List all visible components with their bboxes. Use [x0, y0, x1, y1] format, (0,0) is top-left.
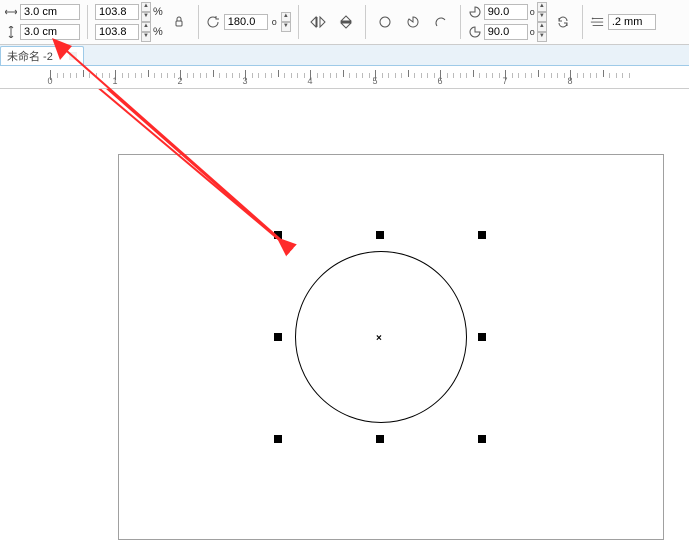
ruler-number: 7 — [502, 76, 507, 86]
separator — [298, 5, 299, 39]
percent-label: % — [153, 6, 163, 18]
scale-x-input[interactable] — [95, 4, 139, 20]
scale-x-spinner[interactable]: ▲▼ — [141, 2, 151, 22]
mirror-horizontal-button[interactable] — [306, 10, 330, 34]
pie-button[interactable] — [401, 10, 425, 34]
lock-ratio-button[interactable] — [167, 10, 191, 34]
horizontal-ruler[interactable]: 0 1 2 3 4 5 6 7 8 — [0, 66, 689, 89]
separator — [365, 5, 366, 39]
object-size-group — [4, 3, 80, 41]
ruler-number: 3 — [242, 76, 247, 86]
separator — [460, 5, 461, 39]
arc-button[interactable] — [429, 10, 453, 34]
selection-handle-sw[interactable] — [274, 435, 282, 443]
scale-y-input[interactable] — [95, 24, 139, 40]
document-tab-label: 未命名 -2 — [7, 48, 53, 64]
ruler-number: 2 — [177, 76, 182, 86]
ruler-number: 5 — [372, 76, 377, 86]
arc-start-input[interactable] — [484, 4, 528, 20]
separator — [582, 5, 583, 39]
percent-label: % — [153, 26, 163, 38]
selection-handle-e[interactable] — [478, 333, 486, 341]
selection-handle-w[interactable] — [274, 333, 282, 341]
selection-handle-nw[interactable] — [274, 231, 282, 239]
ruler-number: 0 — [47, 76, 52, 86]
arc-end-input[interactable] — [484, 24, 528, 40]
arc-start-spinner[interactable]: ▲▼ — [537, 2, 547, 22]
ruler-number: 8 — [567, 76, 572, 86]
ellipse-button[interactable] — [373, 10, 397, 34]
object-center-marker: × — [376, 333, 382, 344]
rotation-input[interactable] — [224, 14, 268, 30]
degree-label: o — [530, 7, 535, 17]
separator — [87, 5, 88, 39]
width-input[interactable] — [20, 4, 80, 20]
width-icon — [4, 5, 18, 19]
mirror-vertical-button[interactable] — [334, 10, 358, 34]
document-tab[interactable]: 未命名 -2 — [0, 46, 84, 65]
swap-arc-button[interactable] — [551, 10, 575, 34]
canvas-workspace[interactable]: × — [0, 89, 689, 541]
ruler-number: 6 — [437, 76, 442, 86]
document-tab-bar: 未命名 -2 — [0, 45, 689, 66]
scale-y-spinner[interactable]: ▲▼ — [141, 22, 151, 42]
outline-width-icon — [590, 15, 604, 29]
separator — [198, 5, 199, 39]
rotation-spinner[interactable]: ▲▼ — [281, 12, 291, 32]
outline-width-input[interactable] — [608, 14, 656, 30]
property-bar: ▲▼ % ▲▼ % o ▲▼ — [0, 0, 689, 45]
selection-handle-se[interactable] — [478, 435, 486, 443]
selection-handle-s[interactable] — [376, 435, 384, 443]
pie-end-icon — [468, 25, 482, 39]
arc-angles-group: o ▲▼ o ▲▼ — [468, 3, 547, 41]
height-input[interactable] — [20, 24, 80, 40]
degree-label: o — [272, 17, 277, 27]
selection-handle-n[interactable] — [376, 231, 384, 239]
ruler-number: 1 — [112, 76, 117, 86]
selection-handle-ne[interactable] — [478, 231, 486, 239]
height-icon — [4, 25, 18, 39]
ruler-number: 4 — [307, 76, 312, 86]
rotation-icon — [206, 15, 220, 29]
degree-label: o — [530, 27, 535, 37]
scale-group: ▲▼ % ▲▼ % — [95, 3, 163, 41]
arc-end-spinner[interactable]: ▲▼ — [537, 22, 547, 42]
pie-start-icon — [468, 5, 482, 19]
